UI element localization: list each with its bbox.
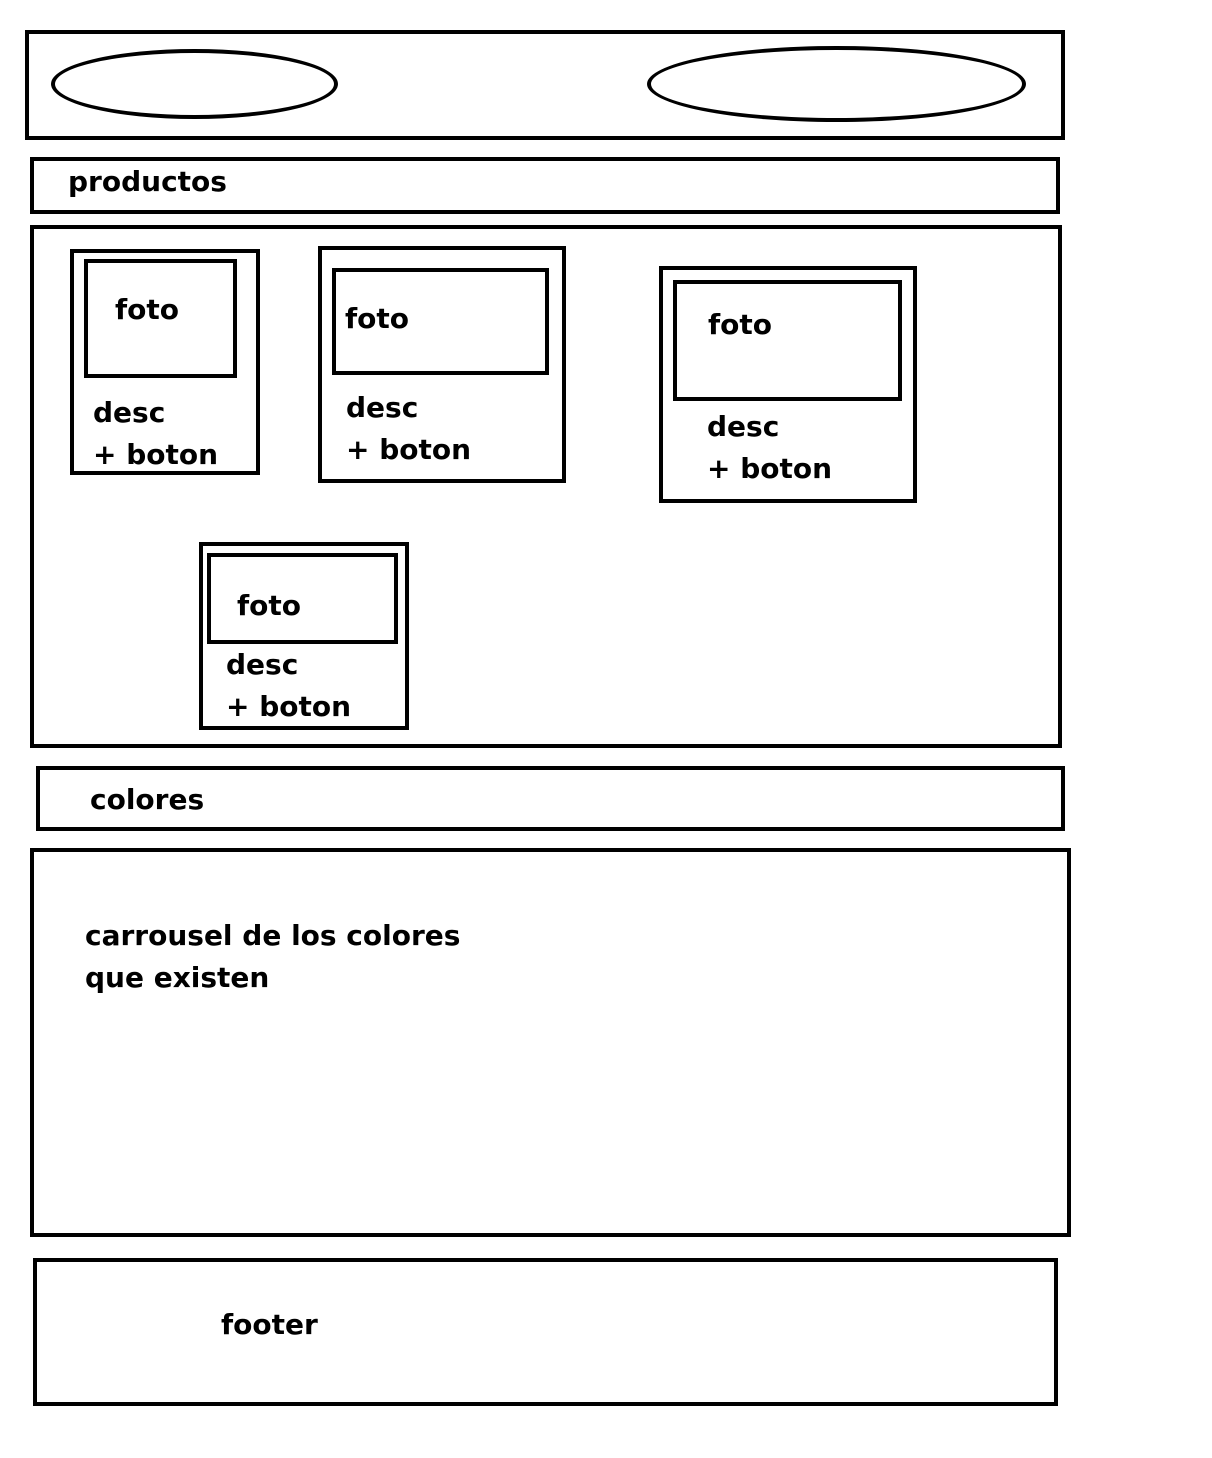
- colores-title: colores: [90, 783, 205, 816]
- product-card-1-photo-label: foto: [115, 293, 180, 326]
- carousel-description: carrousel de los colores que existen: [85, 915, 460, 999]
- product-card-3-button[interactable]: + boton: [707, 448, 832, 490]
- footer-box: [33, 1258, 1058, 1406]
- colors-carousel[interactable]: [30, 848, 1071, 1237]
- product-card-2-button[interactable]: + boton: [346, 429, 471, 471]
- product-card-3-desc: desc: [707, 410, 780, 443]
- product-card-3-photo-label: foto: [708, 308, 773, 341]
- product-card-2-text: desc + boton: [346, 387, 471, 471]
- product-card-1-desc: desc: [93, 396, 166, 429]
- carousel-line-2: que existen: [85, 961, 270, 994]
- product-card-4-photo: [207, 553, 398, 644]
- footer-label: footer: [221, 1308, 318, 1341]
- header-right-oval: [647, 46, 1026, 122]
- header-left-oval: [51, 49, 338, 119]
- carousel-line-1: carrousel de los colores: [85, 919, 461, 952]
- product-card-4-photo-label: foto: [237, 589, 302, 622]
- product-card-4-text: desc + boton: [226, 644, 351, 728]
- product-card-1-text: desc + boton: [93, 392, 218, 476]
- product-card-3-text: desc + boton: [707, 406, 832, 490]
- product-card-4-desc: desc: [226, 648, 299, 681]
- product-card-4-button[interactable]: + boton: [226, 686, 351, 728]
- product-card-2-desc: desc: [346, 391, 419, 424]
- productos-title: productos: [68, 165, 227, 198]
- product-card-1-button[interactable]: + boton: [93, 434, 218, 476]
- product-card-2-photo-label: foto: [345, 302, 410, 335]
